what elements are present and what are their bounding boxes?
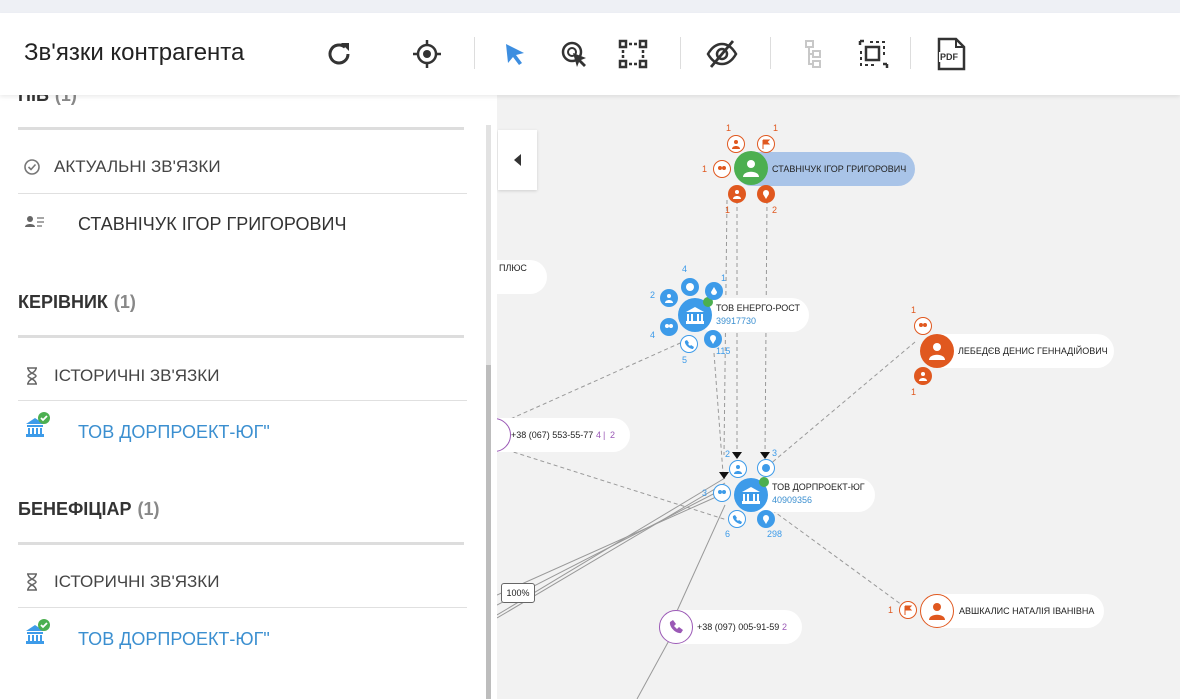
select-click-icon[interactable] xyxy=(557,37,591,71)
row-divider xyxy=(18,400,467,401)
tree-icon[interactable] xyxy=(796,37,830,71)
subsection-historical: ІСТОРИЧНІ ЗВ'ЯЗКИ xyxy=(22,366,219,386)
scrollbar-thumb[interactable] xyxy=(486,365,491,699)
pie-chart-icon[interactable] xyxy=(757,459,775,477)
section-title-pib: ПІБ (1) xyxy=(18,95,77,105)
toolbar-separator xyxy=(680,37,681,69)
group-icon[interactable] xyxy=(660,318,678,336)
phone-node-pill[interactable]: +38 (067) 553-55-77 4 | 2 xyxy=(497,418,630,452)
toolbar-separator xyxy=(910,37,911,69)
drop-icon[interactable] xyxy=(705,282,723,300)
select-box-icon[interactable] xyxy=(616,37,650,71)
hourglass-icon xyxy=(22,573,42,591)
hide-icon[interactable] xyxy=(705,37,739,71)
phone-node-icon[interactable] xyxy=(659,610,693,644)
collapse-panel-button[interactable] xyxy=(498,130,537,190)
top-strip xyxy=(0,0,1180,13)
row-divider xyxy=(18,607,467,608)
pdf-label: PDF xyxy=(939,52,959,62)
zoom-indicator[interactable]: 100% xyxy=(501,583,535,603)
phone-icon[interactable] xyxy=(728,510,746,528)
phone-icon[interactable] xyxy=(680,335,698,353)
entry-company[interactable]: ТОВ ДОРПРОЕКТ-ЮГ" xyxy=(78,422,270,443)
person-relations-icon[interactable] xyxy=(660,289,678,307)
relatives-icon[interactable] xyxy=(727,135,745,153)
hourglass-icon xyxy=(22,367,42,385)
person-relations-icon[interactable] xyxy=(728,185,746,203)
group-icon[interactable] xyxy=(713,160,731,178)
pie-chart-icon[interactable] xyxy=(681,278,699,296)
sidebar-scrollbar[interactable] xyxy=(486,125,491,699)
toolbar-separator xyxy=(474,37,475,69)
row-divider xyxy=(18,193,467,194)
section-divider xyxy=(18,127,464,130)
person-node-icon[interactable] xyxy=(920,594,954,628)
toolbar: Зв'язки контрагента PDF xyxy=(0,13,1180,95)
flag-icon[interactable] xyxy=(899,601,917,619)
refresh-icon[interactable] xyxy=(322,37,356,71)
entry-company[interactable]: ТОВ ДОРПРОЕКТ-ЮГ" xyxy=(78,629,270,650)
target-icon[interactable] xyxy=(410,37,444,71)
entry-person[interactable]: СТАВНІЧУК ІГОР ГРИГОРОВИЧ xyxy=(78,214,346,235)
person-node-icon[interactable] xyxy=(734,151,768,185)
subsection-actual: АКТУАЛЬНІ ЗВ'ЯЗКИ xyxy=(22,157,221,177)
sidebar: ПІБ (1) АКТУАЛЬНІ ЗВ'ЯЗКИ СТАВНІЧУК ІГОР … xyxy=(0,95,497,699)
location-icon[interactable] xyxy=(757,510,775,528)
page-title: Зв'язки контрагента xyxy=(24,39,245,66)
section-title-director: КЕРІВНИК (1) xyxy=(18,292,136,312)
person-relations-icon[interactable] xyxy=(914,367,932,385)
section-divider xyxy=(18,542,464,545)
section-title-beneficiary: БЕНЕФІЦІАР (1) xyxy=(18,499,160,519)
subsection-historical: ІСТОРИЧНІ ЗВ'ЯЗКИ xyxy=(22,572,219,592)
cursor-icon[interactable] xyxy=(498,37,532,71)
person-relations-icon[interactable] xyxy=(729,460,747,478)
check-circle-icon xyxy=(22,158,42,176)
crop-icon[interactable] xyxy=(856,37,890,71)
node-pill[interactable]: Т ПЛЮС xyxy=(497,260,547,294)
person-node-icon[interactable] xyxy=(920,334,954,368)
section-divider xyxy=(18,335,464,338)
verified-icon xyxy=(759,477,769,487)
flag-icon[interactable] xyxy=(757,135,775,153)
group-icon[interactable] xyxy=(914,317,932,335)
company-verified-icon xyxy=(24,411,52,444)
toolbar-separator xyxy=(770,37,771,69)
group-icon[interactable] xyxy=(713,484,731,502)
pdf-icon[interactable]: PDF xyxy=(934,37,968,71)
company-verified-icon xyxy=(24,618,52,651)
graph-canvas[interactable]: СТАВНІЧУК ІГОР ГРИГОРОВИЧ 1 1 1 1 2 Т ПЛ… xyxy=(497,95,1180,699)
node-pill[interactable]: ТОВ ЕНЕРГО-РОСТ 39917730 xyxy=(697,298,809,332)
location-icon[interactable] xyxy=(757,185,775,203)
person-card-icon xyxy=(24,213,46,236)
